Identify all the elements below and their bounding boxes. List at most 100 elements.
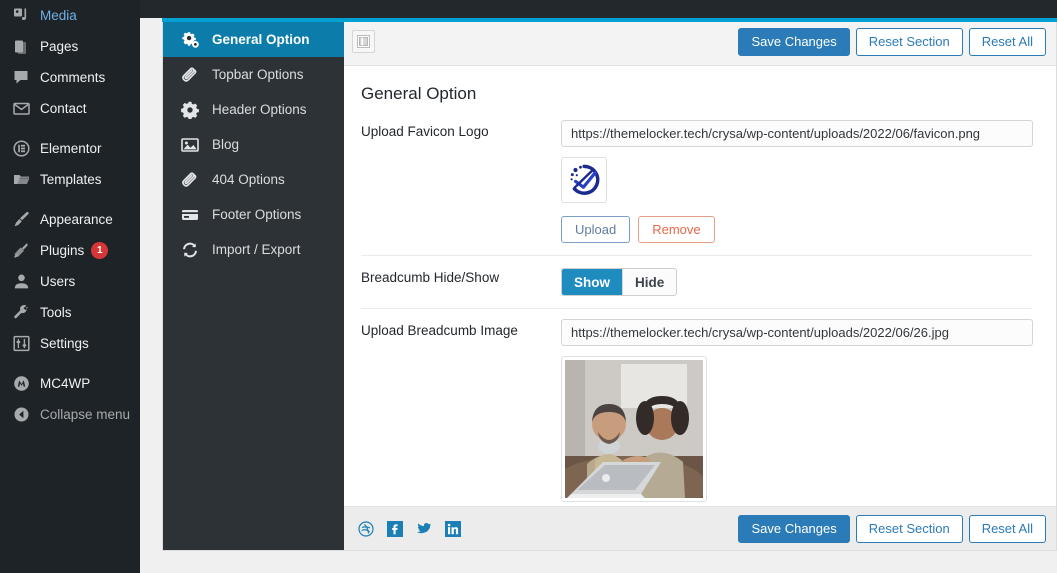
favicon-remove-button[interactable]: Remove bbox=[638, 216, 715, 243]
favicon-control: Upload Remove bbox=[561, 120, 1033, 243]
favicon-preview-image bbox=[565, 161, 603, 199]
wp-menu-item-label: MC4WP bbox=[40, 375, 91, 391]
options-nav-item-label: General Option bbox=[212, 32, 310, 47]
breadcrumb-toggle-control: Show Hide bbox=[561, 266, 1032, 296]
reset-section-button-top[interactable]: Reset Section bbox=[855, 27, 963, 56]
paintbrush-icon bbox=[11, 210, 31, 230]
gear-icon bbox=[181, 101, 201, 119]
image-icon bbox=[181, 136, 201, 154]
wp-menu-separator bbox=[0, 195, 140, 204]
wp-menu-item-label: Collapse menu bbox=[40, 406, 131, 422]
wp-menu-item-settings[interactable]: Settings bbox=[0, 328, 140, 359]
breadcrumb-image-control: Upload Remove bbox=[561, 319, 1033, 506]
options-content: General Option Upload Favicon Logo https… bbox=[344, 66, 1056, 506]
reset-section-button-bottom[interactable]: Reset Section bbox=[855, 514, 963, 543]
options-nav-item-topbar-options[interactable]: Topbar Options bbox=[163, 57, 344, 92]
wp-menu-item-label: Plugins bbox=[40, 242, 85, 258]
breadcrumb-toggle-show[interactable]: Show bbox=[562, 269, 622, 295]
reset-all-button-top[interactable]: Reset All bbox=[968, 27, 1046, 56]
wrench-icon bbox=[11, 303, 31, 323]
breadcrumb-toggle[interactable]: Show Hide bbox=[561, 268, 678, 296]
wp-menu-item-mc4wp[interactable]: MC4WP bbox=[0, 368, 140, 399]
wp-menu-item-label: Users bbox=[40, 273, 76, 289]
options-nav-item-label: Blog bbox=[212, 137, 240, 152]
wp-menu-item-media[interactable]: Media bbox=[0, 0, 140, 31]
breadcrumb-toggle-hide[interactable]: Hide bbox=[622, 269, 676, 295]
paperclip-icon bbox=[181, 171, 201, 189]
sliders-icon bbox=[11, 334, 31, 354]
options-nav-item-header-options[interactable]: Header Options bbox=[163, 92, 344, 127]
options-nav-item-label: Topbar Options bbox=[212, 67, 304, 82]
wp-menu-item-plugins[interactable]: Plugins 1 bbox=[0, 235, 140, 266]
options-nav-item-general-option[interactable]: General Option bbox=[163, 22, 344, 57]
options-nav-item-label: 404 Options bbox=[212, 172, 285, 187]
favicon-upload-button[interactable]: Upload bbox=[561, 216, 631, 243]
field-row-breadcrumb-toggle: Breadcumb Hide/Show Show Hide bbox=[361, 255, 1032, 308]
collapse-icon bbox=[11, 405, 31, 425]
expand-panel-icon[interactable] bbox=[352, 30, 375, 53]
wp-menu-item-comments[interactable]: Comments bbox=[0, 62, 140, 93]
wp-menu-item-label: Tools bbox=[40, 304, 72, 320]
options-nav-item-label: Footer Options bbox=[212, 207, 302, 222]
toolbar-button-group-top: Save Changes Reset Section Reset All bbox=[738, 27, 1046, 56]
options-main: Save Changes Reset Section Reset All Gen… bbox=[344, 18, 1056, 550]
options-nav-item-footer-options[interactable]: Footer Options bbox=[163, 197, 344, 232]
favicon-label: Upload Favicon Logo bbox=[361, 124, 489, 139]
wp-menu-item-elementor[interactable]: Elementor bbox=[0, 133, 140, 164]
save-changes-button-bottom[interactable]: Save Changes bbox=[738, 514, 850, 543]
wp-menu-badge: 1 bbox=[91, 242, 109, 259]
wp-menu-item-label: Contact bbox=[40, 100, 87, 116]
options-nav-item-blog[interactable]: Blog bbox=[163, 127, 344, 162]
options-nav-item-404-options[interactable]: 404 Options bbox=[163, 162, 344, 197]
favicon-buttons: Upload Remove bbox=[561, 216, 1032, 243]
elementor-icon bbox=[11, 139, 31, 159]
wp-menu-item-collapse-menu[interactable]: Collapse menu bbox=[0, 399, 140, 430]
envelope-icon bbox=[11, 99, 31, 119]
breadcrumb-toggle-label: Breadcumb Hide/Show bbox=[361, 270, 500, 285]
toolbar-button-group-bottom: Save Changes Reset Section Reset All bbox=[738, 514, 1046, 543]
wp-menu-item-appearance[interactable]: Appearance bbox=[0, 204, 140, 235]
options-nav-item-import-export[interactable]: Import / Export bbox=[163, 232, 344, 267]
options-toolbar-bottom: Save Changes Reset Section Reset All bbox=[344, 506, 1056, 550]
theme-options-panel: General Option Topbar Options Header Optio… bbox=[162, 18, 1057, 551]
facebook-icon[interactable] bbox=[386, 520, 403, 537]
breadcrumb-image-url-input[interactable] bbox=[561, 319, 1033, 346]
mailchimp-icon bbox=[11, 374, 31, 394]
wp-menu-item-templates[interactable]: Templates bbox=[0, 164, 140, 195]
refresh-icon bbox=[181, 241, 201, 259]
field-row-favicon: Upload Favicon Logo https://themelocker.… bbox=[361, 118, 1033, 255]
wp-menu-separator bbox=[0, 124, 140, 133]
section-title: General Option bbox=[361, 84, 477, 103]
field-row-breadcrumb-image: Upload Breadcumb Image https://themelock… bbox=[361, 308, 1033, 506]
comments-icon bbox=[11, 68, 31, 88]
screen-root: Media Pages Comments Contact Elementor Templa… bbox=[0, 0, 1057, 573]
paperclip-icon bbox=[181, 66, 201, 84]
options-nav-item-label: Import / Export bbox=[212, 242, 301, 257]
wp-admin-bar bbox=[140, 0, 1057, 18]
save-changes-button-top[interactable]: Save Changes bbox=[738, 27, 850, 56]
wp-menu-item-tools[interactable]: Tools bbox=[0, 297, 140, 328]
favicon-url-input[interactable] bbox=[561, 120, 1033, 147]
breadcrumb-preview-image bbox=[565, 360, 703, 498]
linkedin-icon[interactable] bbox=[444, 520, 461, 537]
wp-admin-sidebar: Media Pages Comments Contact Elementor Templa… bbox=[0, 0, 140, 573]
wp-menu-item-label: Media bbox=[40, 7, 77, 23]
reset-all-button-bottom[interactable]: Reset All bbox=[968, 514, 1046, 543]
gears-icon bbox=[181, 31, 201, 49]
twitter-icon[interactable] bbox=[415, 520, 432, 537]
wp-menu-separator bbox=[0, 359, 140, 368]
options-sidebar: General Option Topbar Options Header Optio… bbox=[163, 18, 344, 550]
wp-menu-item-users[interactable]: Users bbox=[0, 266, 140, 297]
breadcrumb-thumbnail-wrap bbox=[561, 356, 707, 502]
wp-menu-item-label: Elementor bbox=[40, 140, 102, 156]
wp-menu-item-contact[interactable]: Contact bbox=[0, 93, 140, 124]
breadcrumb-image-label: Upload Breadcumb Image bbox=[361, 323, 518, 338]
wp-menu-item-label: Comments bbox=[40, 69, 106, 85]
media-icon bbox=[11, 6, 31, 26]
dribbble-icon[interactable] bbox=[357, 520, 374, 537]
wp-menu-item-label: Templates bbox=[40, 171, 102, 187]
wp-menu-item-pages[interactable]: Pages bbox=[0, 31, 140, 62]
wp-menu-item-label: Appearance bbox=[40, 211, 113, 227]
social-links bbox=[357, 520, 461, 537]
wp-menu-item-label: Pages bbox=[40, 38, 79, 54]
